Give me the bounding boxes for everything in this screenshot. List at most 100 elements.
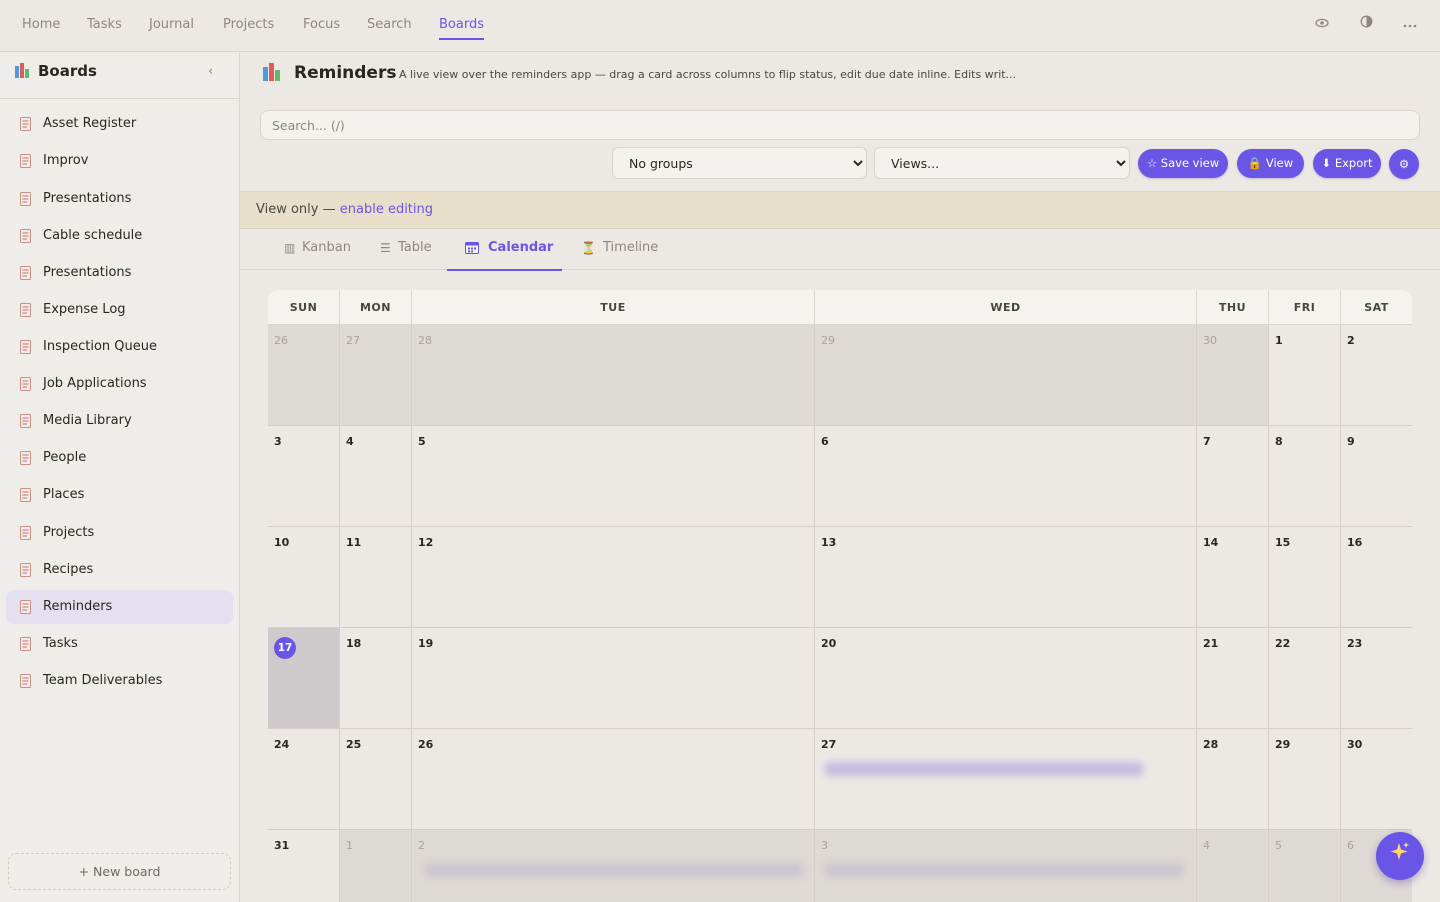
calendar-day-cell[interactable]: 12	[412, 527, 815, 628]
board-doc-icon	[20, 600, 31, 618]
sidebar: Boards ‹ Asset Register Improv Presentatio…	[0, 53, 240, 902]
nav-tab-home[interactable]: Home	[22, 17, 60, 32]
sidebar-item-improv[interactable]: Improv	[6, 144, 233, 178]
sidebar-item-recipes[interactable]: Recipes	[6, 553, 233, 587]
day-number: 28	[418, 334, 432, 347]
day-number: 19	[418, 637, 434, 650]
sidebar-item-label: People	[43, 450, 87, 465]
boards-logo-icon	[15, 63, 31, 83]
sidebar-item-label: Asset Register	[43, 116, 137, 131]
calendar-day-cell[interactable]: 15	[1269, 527, 1341, 628]
banner-text: View only —	[256, 202, 340, 217]
tab-timeline[interactable]: ⏳ Timeline	[581, 229, 671, 270]
calendar-day-cell[interactable]: 8	[1269, 426, 1341, 527]
day-number: 6	[1347, 839, 1354, 852]
views-select[interactable]: Views...	[874, 147, 1130, 179]
calendar-day-cell[interactable]: 1	[340, 830, 412, 902]
nav-tab-journal[interactable]: Journal	[149, 17, 194, 32]
sidebar-item-team-deliverables[interactable]: Team Deliverables	[6, 664, 233, 698]
sidebar-item-media-library[interactable]: Media Library	[6, 404, 233, 438]
new-board-button[interactable]: + New board	[8, 853, 231, 890]
calendar-day-cell[interactable]: 30	[1197, 325, 1269, 426]
sidebar-item-places[interactable]: Places	[6, 478, 233, 512]
calendar-day-cell[interactable]: 31	[268, 830, 340, 902]
sidebar-item-tasks[interactable]: Tasks	[6, 627, 233, 661]
calendar-day-cell[interactable]: 26	[412, 729, 815, 830]
calendar-day-cell[interactable]: 17	[268, 628, 340, 729]
search-input[interactable]	[260, 110, 1420, 140]
tab-kanban[interactable]: ▥ Kanban	[284, 229, 364, 270]
group-select[interactable]: No groups	[612, 147, 867, 179]
calendar-day-cell[interactable]: 6	[815, 426, 1197, 527]
calendar-day-cell[interactable]: 29	[1269, 729, 1341, 830]
settings-button[interactable]: ⚙	[1389, 149, 1419, 179]
sidebar-item-asset-register[interactable]: Asset Register	[6, 107, 233, 141]
calendar-day-cell[interactable]: 29	[815, 325, 1197, 426]
day-number: 21	[1203, 637, 1219, 650]
sidebar-item-projects[interactable]: Projects	[6, 516, 233, 550]
calendar-day-cell[interactable]: 2	[1341, 325, 1412, 426]
calendar-day-cell[interactable]: 18	[340, 628, 412, 729]
board-doc-icon	[20, 488, 31, 506]
nav-tab-focus[interactable]: Focus	[303, 17, 340, 32]
sidebar-item-label: Improv	[43, 153, 89, 168]
calendar-day-cell[interactable]: 4	[1197, 830, 1269, 902]
sparkle-icon[interactable]	[1376, 832, 1424, 880]
enable-editing-link[interactable]: enable editing	[340, 202, 433, 217]
calendar-day-cell[interactable]: 11	[340, 527, 412, 628]
sidebar-item-people[interactable]: People	[6, 441, 233, 475]
calendar-day-cell[interactable]: 21	[1197, 628, 1269, 729]
calendar-day-cell[interactable]: 10	[268, 527, 340, 628]
calendar-day-cell[interactable]: 7	[1197, 426, 1269, 527]
view-only-banner: View only — enable editing	[240, 191, 1440, 229]
sidebar-item-reminders[interactable]: Reminders	[6, 590, 233, 624]
calendar-grid: SUN MON TUE WED THU FRI SAT 26 27 28 29 30 1 2 3 4 5 6 7 8 9…	[268, 290, 1412, 902]
export-button[interactable]: ⬇ Export	[1313, 149, 1381, 178]
sidebar-title: Boards	[38, 62, 97, 80]
sidebar-item-expense-log[interactable]: Expense Log	[6, 293, 233, 327]
calendar-day-cell[interactable]: 26	[268, 325, 340, 426]
calendar-day-cell[interactable]: 3	[268, 426, 340, 527]
contrast-icon[interactable]	[1357, 15, 1375, 35]
calendar-day-cell[interactable]: 25	[340, 729, 412, 830]
calendar-day-cell[interactable]: 27	[340, 325, 412, 426]
calendar-day-cell[interactable]: 23	[1341, 628, 1412, 729]
sidebar-item-inspection-queue[interactable]: Inspection Queue	[6, 330, 233, 364]
nav-tab-search[interactable]: Search	[367, 17, 412, 32]
calendar-day-cell[interactable]: 1	[1269, 325, 1341, 426]
tab-calendar[interactable]: Calendar	[447, 229, 562, 271]
day-number: 29	[1275, 738, 1291, 751]
calendar-day-cell[interactable]: 14	[1197, 527, 1269, 628]
day-number: 18	[346, 637, 362, 650]
view-mode-button[interactable]: 🔒 View	[1237, 149, 1304, 178]
calendar-day-cell[interactable]: 28	[1197, 729, 1269, 830]
tab-table[interactable]: ☰ Table	[380, 229, 450, 270]
calendar-day-cell[interactable]: 27	[815, 729, 1197, 830]
calendar-day-cell[interactable]: 19	[412, 628, 815, 729]
nav-tab-projects[interactable]: Projects	[223, 17, 274, 32]
calendar-day-cell[interactable]: 22	[1269, 628, 1341, 729]
sidebar-item-presentations[interactable]: Presentations	[6, 182, 233, 216]
collapse-sidebar-icon[interactable]: ‹	[208, 64, 213, 79]
calendar-icon	[465, 241, 479, 257]
calendar-day-cell[interactable]: 16	[1341, 527, 1412, 628]
sidebar-item-presentations[interactable]: Presentations	[6, 256, 233, 290]
more-icon[interactable]	[1401, 15, 1419, 35]
calendar-day-cell[interactable]: 5	[412, 426, 815, 527]
sidebar-header: Boards ‹	[0, 53, 239, 99]
sidebar-item-job-applications[interactable]: Job Applications	[6, 367, 233, 401]
eye-icon[interactable]	[1313, 15, 1331, 35]
calendar-day-cell[interactable]: 5	[1269, 830, 1341, 902]
nav-tab-tasks[interactable]: Tasks	[87, 17, 122, 32]
calendar-day-cell[interactable]: 30	[1341, 729, 1412, 830]
nav-tab-boards[interactable]: Boards	[439, 17, 484, 40]
save-view-button[interactable]: ☆ Save view	[1138, 149, 1228, 178]
calendar-day-cell[interactable]: 9	[1341, 426, 1412, 527]
sidebar-item-cable-schedule[interactable]: Cable schedule	[6, 219, 233, 253]
calendar-day-cell[interactable]: 20	[815, 628, 1197, 729]
board-title: Reminders	[294, 63, 397, 83]
calendar-day-cell[interactable]: 24	[268, 729, 340, 830]
calendar-day-cell[interactable]: 13	[815, 527, 1197, 628]
calendar-day-cell[interactable]: 4	[340, 426, 412, 527]
calendar-day-cell[interactable]: 28	[412, 325, 815, 426]
